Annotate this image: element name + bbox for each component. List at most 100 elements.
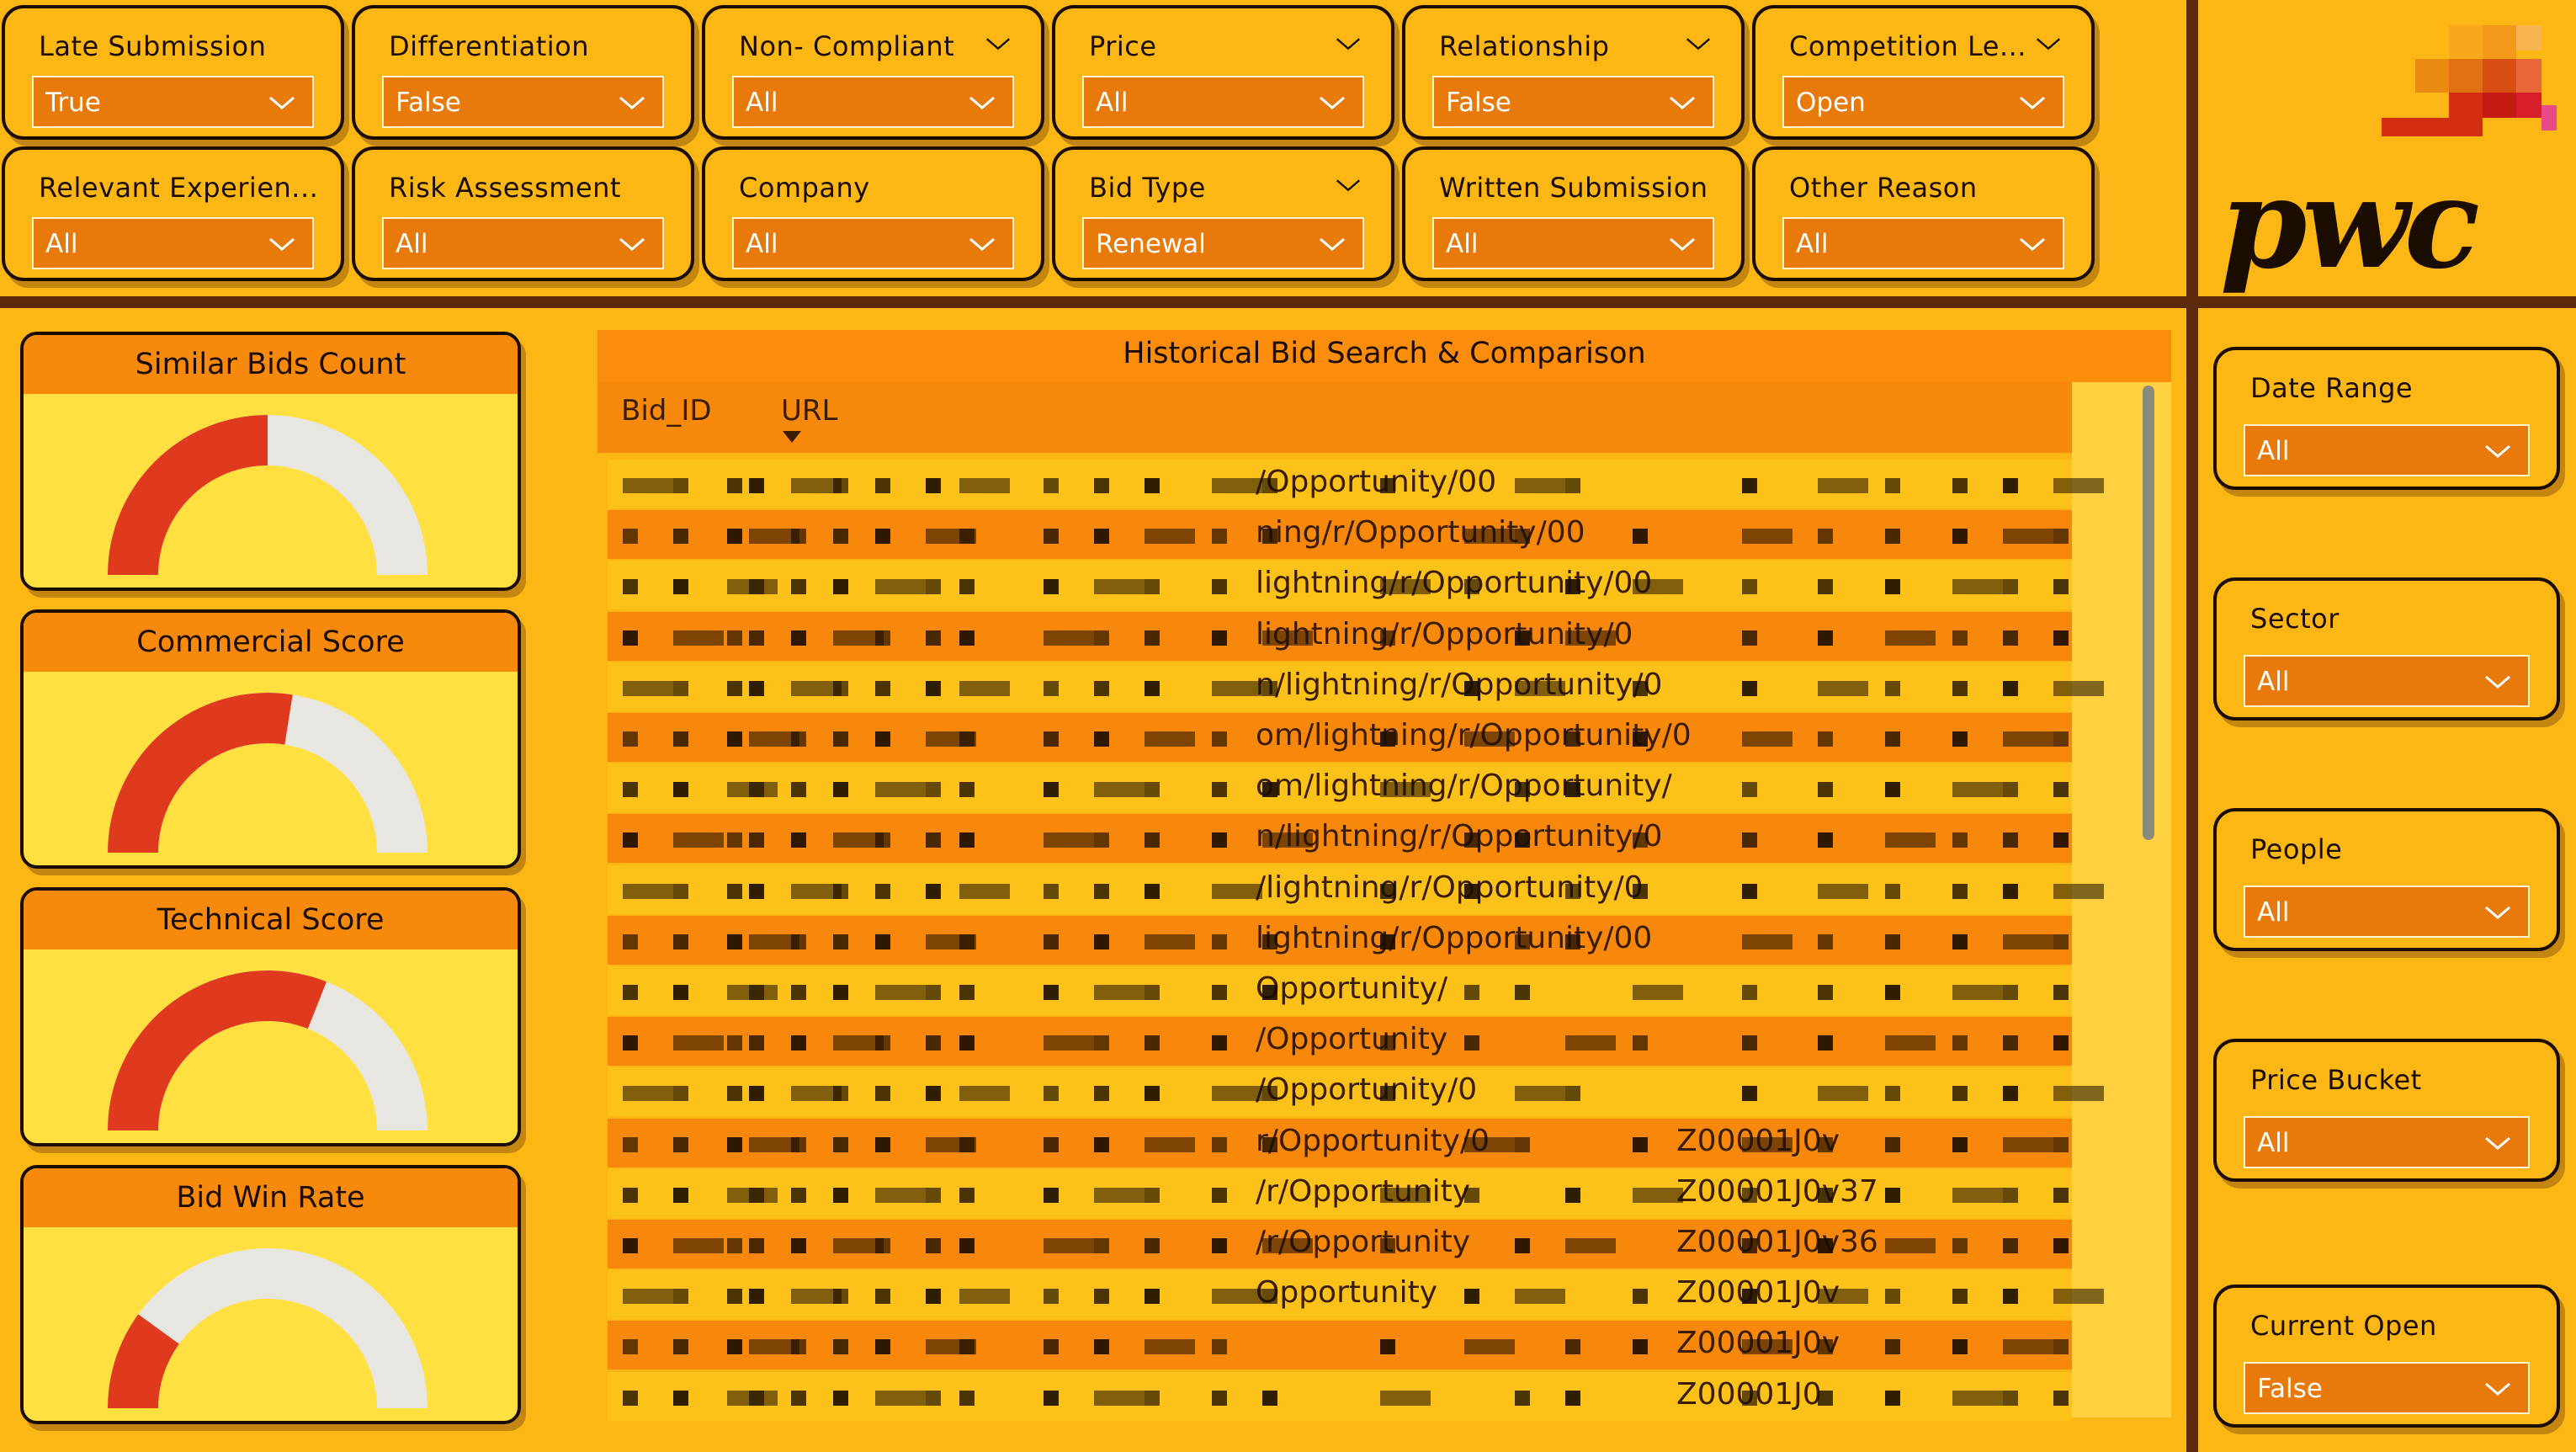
url-cell[interactable]: r/Opportunity/0	[1256, 1124, 1490, 1158]
slicer-competition-le[interactable]: Competition Le... Open	[1752, 5, 2095, 140]
chevron-down-icon[interactable]	[2017, 234, 2048, 254]
table-scrollbar-thumb[interactable]	[2143, 386, 2154, 840]
chevron-down-icon[interactable]	[1317, 93, 1347, 113]
chevron-down-icon[interactable]	[617, 93, 647, 113]
slicer-dropdown[interactable]: Open	[1782, 76, 2064, 128]
table-row[interactable]: n/lightning/r/Opportunity/0	[608, 814, 2072, 864]
table-row[interactable]: n/lightning/r/Opportunity/0	[608, 662, 2104, 711]
slicer-sector[interactable]: Sector All	[2213, 577, 2560, 721]
url-cell[interactable]: /Opportunity	[1256, 1022, 1447, 1056]
slicer-price-bucket[interactable]: Price Bucket All	[2213, 1039, 2560, 1182]
slicer-price[interactable]: Price All	[1052, 5, 1394, 140]
redaction-block	[1633, 832, 1648, 848]
slicer-date-range[interactable]: Date Range All	[2213, 347, 2560, 490]
chevron-down-icon[interactable]	[617, 234, 647, 254]
chevron-down-icon[interactable]	[2483, 672, 2513, 692]
slicer-relevant-experien[interactable]: Relevant Experien... All	[2, 146, 344, 281]
slicer-dropdown[interactable]: True	[32, 76, 314, 128]
table-row[interactable]: Opportunity/	[608, 966, 2072, 1015]
url-cell[interactable]: ning/r/Opportunity/00	[1256, 515, 1585, 550]
slicer-dropdown[interactable]: All	[732, 217, 1014, 269]
slicer-dropdown[interactable]: All	[2244, 655, 2530, 707]
slicer-dropdown[interactable]: All	[382, 217, 664, 269]
table-row[interactable]: Opportunity Z00001J0v	[608, 1270, 2104, 1320]
table-row[interactable]: om/lightning/r/Opportunity/	[608, 763, 2072, 813]
slicer-late-submission[interactable]: Late Submission True	[2, 5, 344, 140]
url-cell[interactable]: /Opportunity/0	[1256, 1072, 1477, 1107]
table-row[interactable]: /r/Opportunity Z00001J0v36	[608, 1220, 2072, 1269]
column-header-bid-id[interactable]: Bid_ID	[621, 394, 712, 428]
slicer-dropdown[interactable]: All	[2244, 886, 2530, 938]
slicer-non-compliant[interactable]: Non- Compliant All	[702, 5, 1044, 140]
chevron-down-icon[interactable]	[2483, 902, 2513, 923]
url-cell[interactable]: lightning/r/Opportunity/00	[1256, 921, 1652, 955]
slicer-risk-assessment[interactable]: Risk Assessment All	[352, 146, 694, 281]
slicer-dropdown[interactable]: False	[2244, 1362, 2530, 1414]
slicer-dropdown[interactable]: False	[382, 76, 664, 128]
gauge-card-bid-win-rate[interactable]: Bid Win Rate	[20, 1165, 521, 1424]
sort-descending-icon[interactable]	[783, 431, 801, 443]
table-row[interactable]: /lightning/r/Opportunity/0	[608, 864, 2104, 914]
url-cell[interactable]: /Opportunity/00	[1256, 465, 1496, 499]
slicer-company[interactable]: Company All	[702, 146, 1044, 281]
chevron-down-icon[interactable]	[967, 93, 997, 113]
url-cell[interactable]: /lightning/r/Opportunity/0	[1256, 870, 1644, 905]
chevron-down-icon[interactable]	[1317, 234, 1347, 254]
gauge-card-technical-score[interactable]: Technical Score	[20, 887, 521, 1146]
slicer-other-reason[interactable]: Other Reason All	[1752, 146, 2095, 281]
slicer-dropdown[interactable]: All	[2244, 424, 2530, 476]
table-row[interactable]: r/Opportunity/0Z00001J0v	[608, 1118, 2072, 1167]
chevron-down-icon[interactable]	[2034, 34, 2063, 54]
chevron-down-icon[interactable]	[267, 234, 297, 254]
table-row[interactable]: /Opportunity	[608, 1017, 2072, 1066]
table-row[interactable]: /Opportunity/0	[608, 1067, 2104, 1117]
redaction-block	[1885, 1136, 1900, 1152]
slicer-dropdown[interactable]: False	[1432, 76, 1714, 128]
slicer-dropdown[interactable]: All	[1432, 217, 1714, 269]
gauge-card-commercial-score[interactable]: Commercial Score	[20, 609, 521, 869]
chevron-down-icon[interactable]	[1684, 34, 1713, 54]
slicer-dropdown[interactable]: All	[1082, 76, 1364, 128]
chevron-down-icon[interactable]	[984, 34, 1012, 54]
chevron-down-icon[interactable]	[2483, 441, 2513, 461]
table-scrollbar-track[interactable]	[2072, 382, 2171, 1417]
slicer-dropdown[interactable]: All	[732, 76, 1014, 128]
chevron-down-icon[interactable]	[2483, 1379, 2513, 1399]
url-cell[interactable]: lightning/r/Opportunity/00	[1256, 566, 1652, 600]
column-header-url[interactable]: URL	[781, 394, 837, 428]
slicer-dropdown[interactable]: All	[32, 217, 314, 269]
slicer-dropdown[interactable]: All	[1782, 217, 2064, 269]
chevron-down-icon[interactable]	[2483, 1133, 2513, 1153]
slicer-differentiation[interactable]: Differentiation False	[352, 5, 694, 140]
url-cell[interactable]: /r/Opportunity	[1256, 1174, 1470, 1209]
table-row[interactable]: ning/r/Opportunity/00	[608, 510, 2072, 560]
table-row[interactable]: lightning/r/Opportunity/00	[608, 561, 2072, 610]
slicer-bid-type[interactable]: Bid Type Renewal	[1052, 146, 1394, 281]
url-cell[interactable]: Opportunity/	[1256, 971, 1447, 1006]
chevron-down-icon[interactable]	[1334, 175, 1362, 195]
slicer-current-open[interactable]: Current Open False	[2213, 1284, 2560, 1428]
slicer-written-submission[interactable]: Written Submission All	[1402, 146, 1745, 281]
slicer-dropdown[interactable]: Renewal	[1082, 217, 1364, 269]
table-row[interactable]: lightning/r/Opportunity/00	[608, 915, 2072, 965]
chevron-down-icon[interactable]	[2017, 93, 2048, 113]
chevron-down-icon[interactable]	[1667, 234, 1697, 254]
table-row[interactable]: om/lightning/r/Opportunity/0	[608, 713, 2072, 762]
table-row[interactable]: Z00001J0v	[608, 1321, 2072, 1370]
chevron-down-icon[interactable]	[967, 234, 997, 254]
slicer-people[interactable]: People All	[2213, 808, 2560, 951]
table-row[interactable]: /r/Opportunity Z00001J0v37	[608, 1168, 2072, 1218]
url-cell[interactable]: om/lightning/r/Opportunity/	[1256, 769, 1672, 803]
chevron-down-icon[interactable]	[1334, 34, 1362, 54]
url-cell[interactable]: n/lightning/r/Opportunity/0	[1256, 667, 1662, 702]
chevron-down-icon[interactable]	[267, 93, 297, 113]
chevron-down-icon[interactable]	[1667, 93, 1697, 113]
url-cell[interactable]: n/lightning/r/Opportunity/0	[1256, 819, 1662, 854]
url-cell[interactable]: Opportunity	[1256, 1275, 1437, 1310]
table-row[interactable]: /Opportunity/00	[608, 460, 2104, 508]
slicer-dropdown[interactable]: All	[2244, 1116, 2530, 1168]
table-row[interactable]: Z00001J0	[608, 1371, 2072, 1421]
gauge-card-similar-bids-count[interactable]: Similar Bids Count	[20, 332, 521, 591]
slicer-relationship[interactable]: Relationship False	[1402, 5, 1745, 140]
table-row[interactable]: lightning/r/Opportunity/0	[608, 611, 2072, 661]
